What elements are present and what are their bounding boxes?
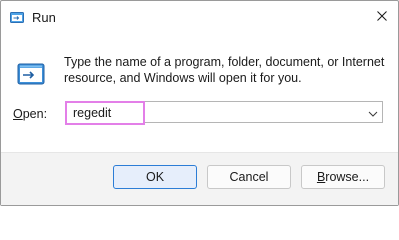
close-icon (377, 8, 387, 26)
button-bar: OK Cancel Browse... (1, 152, 398, 205)
ok-button[interactable]: OK (113, 165, 197, 189)
dialog-content: Type the name of a program, folder, docu… (1, 35, 398, 152)
dialog-description: Type the name of a program, folder, docu… (64, 54, 389, 86)
browse-button[interactable]: Browse... (301, 165, 385, 189)
open-label-accelerator: O (13, 107, 23, 121)
open-label: Open: (13, 107, 47, 121)
cancel-button[interactable]: Cancel (207, 165, 291, 189)
run-program-icon (17, 63, 45, 87)
browse-accelerator: B (316, 170, 326, 184)
description-line-2: resource, and Windows will open it for y… (64, 71, 302, 85)
description-line-1: Type the name of a program, folder, docu… (64, 55, 385, 69)
open-label-text: pen: (22, 107, 48, 121)
close-button[interactable] (370, 6, 394, 28)
open-combobox[interactable] (65, 101, 383, 125)
chevron-down-icon[interactable] (366, 107, 380, 119)
run-dialog: Run Type the name of a program, folder, … (0, 0, 399, 206)
browse-label: rowse... (325, 170, 370, 184)
title-bar[interactable]: Run (1, 1, 398, 35)
run-dialog-icon (10, 11, 24, 23)
window-title: Run (32, 10, 56, 25)
open-input[interactable] (65, 101, 145, 125)
